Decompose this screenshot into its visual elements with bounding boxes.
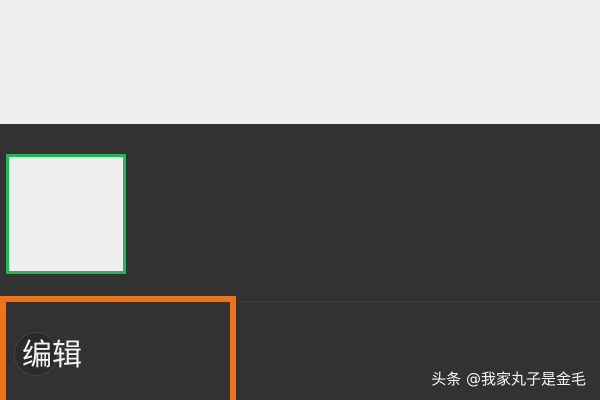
photo-thumbnail[interactable]	[6, 154, 126, 274]
watermark: 头条 @我家丸子是金毛	[431, 370, 586, 388]
screen: 编辑 头条 @我家丸子是金毛	[0, 0, 600, 400]
top-area	[0, 0, 600, 124]
edit-highlight-frame	[0, 296, 236, 400]
